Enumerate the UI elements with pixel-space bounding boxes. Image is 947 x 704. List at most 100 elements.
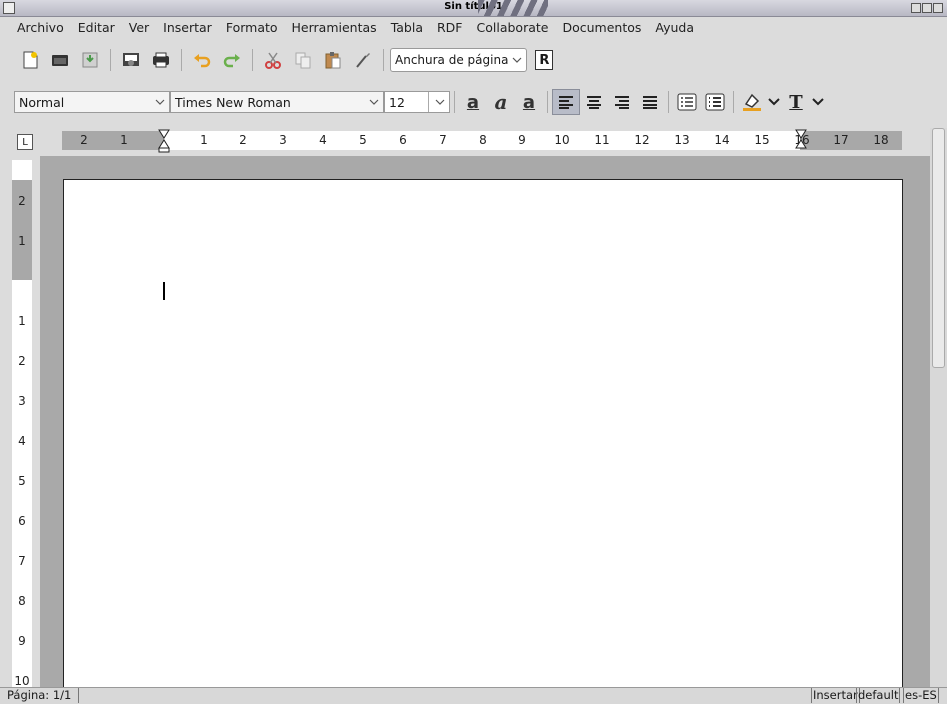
menu-insertar[interactable]: Insertar [156,18,219,40]
align-center-button[interactable] [580,89,608,115]
toolbar-separator [181,49,182,71]
ruler-number: 10 [14,674,30,688]
copy-icon [295,52,311,69]
italic-button[interactable]: a [487,89,515,115]
ruler-number: 3 [18,394,26,408]
font-color-dropdown[interactable] [810,89,826,115]
highlight-dropdown[interactable] [766,89,782,115]
r-button[interactable]: R [535,50,554,70]
ruler-number: 5 [359,133,367,147]
print-preview-button[interactable] [117,46,145,74]
ruler-number: 2 [18,194,26,208]
insert-mode[interactable]: Insertar [811,688,860,703]
undo-button[interactable] [188,46,216,74]
chevron-down-icon [768,98,780,106]
menu-rdf[interactable]: RDF [430,18,470,40]
ruler-number: 1 [120,133,128,147]
print-button[interactable] [147,46,175,74]
ruler-number: 17 [833,133,849,147]
menu-ayuda[interactable]: Ayuda [648,18,701,40]
menu-herramientas[interactable]: Herramientas [285,18,384,40]
text-cursor [163,282,165,300]
paste-icon [325,52,341,69]
align-left-icon [559,96,573,109]
menu-ver[interactable]: Ver [122,18,156,40]
numbered-list-button[interactable] [673,89,701,115]
menu-collaborate[interactable]: Collaborate [470,18,556,40]
title-bar: Sin título1 [0,0,947,17]
ruler-number: 15 [754,133,770,147]
align-right-button[interactable] [608,89,636,115]
toolbar-separator [110,49,111,71]
font-color-button[interactable]: T [782,89,810,115]
ruler-number: 18 [873,133,889,147]
font-name-select[interactable]: Times New Roman [170,91,384,113]
ruler-number: 2 [18,354,26,368]
minimize-icon[interactable] [911,3,921,13]
ruler-number: 4 [319,133,327,147]
language[interactable]: es-ES [903,688,939,703]
menu-documentos[interactable]: Documentos [555,18,648,40]
right-indent-marker[interactable] [795,129,807,153]
tab-stop-selector[interactable]: L [17,134,33,150]
chevron-down-icon [369,99,379,105]
bold-button[interactable]: a [459,89,487,115]
menu-archivo[interactable]: Archivo [10,18,71,40]
ruler-number: 1 [200,133,208,147]
menu-formato[interactable]: Formato [219,18,285,40]
standard-toolbar: Anchura de página R [16,44,554,76]
vertical-ruler[interactable]: 2 1 1 2 3 4 5 6 7 8 9 10 [12,160,32,688]
ruler-number: 8 [479,133,487,147]
ruler-number: 14 [714,133,730,147]
underline-icon: a [522,91,536,113]
highlight-button[interactable] [738,89,766,115]
close-icon[interactable] [933,3,943,13]
new-document-button[interactable] [16,46,44,74]
page-style[interactable]: default [856,688,901,703]
ruler-number: 11 [594,133,610,147]
chevron-down-icon [812,98,824,106]
window-controls [911,3,943,13]
justify-icon [643,96,657,109]
paste-button[interactable] [319,46,347,74]
page-indicator[interactable]: Página: 1/1 [6,688,79,703]
highlighter-icon [743,93,761,111]
clone-formatting-button[interactable] [349,46,377,74]
paintbrush-icon [356,53,370,68]
font-color-icon: T [789,91,803,113]
redo-button[interactable] [218,46,246,74]
font-size-dropdown[interactable] [428,92,445,112]
chevron-down-icon [512,57,522,63]
cut-button[interactable] [259,46,287,74]
font-size-select[interactable]: 12 [384,91,450,113]
bullet-list-button[interactable] [701,89,729,115]
menu-bar: Archivo Editar Ver Insertar Formato Herr… [10,18,701,40]
redo-icon [223,54,240,68]
vertical-scrollbar[interactable] [930,128,947,687]
open-button[interactable] [46,46,74,74]
paragraph-style-select[interactable]: Normal [14,91,170,113]
justify-button[interactable] [636,89,664,115]
save-button[interactable] [76,46,104,74]
ruler-number: 1 [18,234,26,248]
ruler-number: 9 [518,133,526,147]
maximize-icon[interactable] [922,3,932,13]
document-page[interactable] [63,179,903,699]
horizontal-ruler[interactable]: 2 1 1 2 3 4 5 6 7 8 9 10 11 12 13 14 15 … [62,129,902,153]
save-icon [82,52,98,68]
toolbar-separator [252,49,253,71]
menu-tabla[interactable]: Tabla [384,18,430,40]
zoom-select[interactable]: Anchura de página [390,48,528,72]
align-left-button[interactable] [552,89,580,115]
menu-editar[interactable]: Editar [71,18,122,40]
align-right-icon [615,96,629,109]
ruler-number: 6 [18,514,26,528]
toolbar-separator [454,91,455,113]
underline-button[interactable]: a [515,89,543,115]
ruler-number: 3 [279,133,287,147]
scrollbar-thumb[interactable] [932,128,945,368]
font-name-value: Times New Roman [175,94,291,110]
print-preview-icon [123,53,139,66]
copy-button[interactable] [289,46,317,74]
left-indent-marker[interactable] [158,129,170,153]
